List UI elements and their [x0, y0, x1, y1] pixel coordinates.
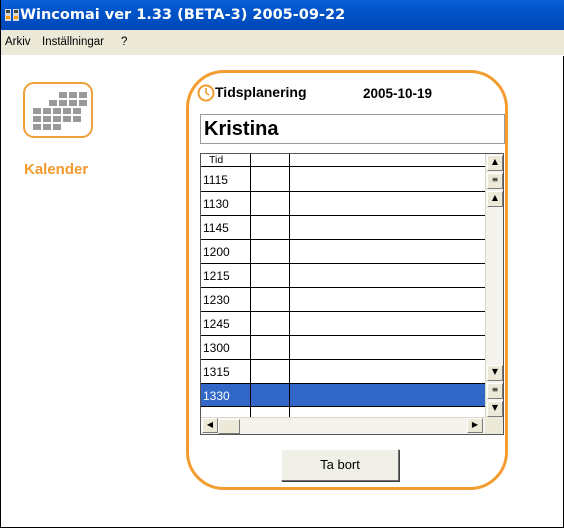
scroll-left-icon[interactable]: ◀ — [202, 418, 218, 433]
table-row[interactable]: 1230 — [201, 288, 485, 312]
table-row[interactable]: 1245 — [201, 312, 485, 336]
header-tid: Tid — [209, 154, 224, 166]
clock-icon — [197, 84, 215, 102]
calendar-label[interactable]: Kalender — [24, 161, 88, 178]
window-title: Wincomai ver 1.33 (BETA-3) 2005-09-22 — [20, 7, 346, 23]
scroll-page-up-icon[interactable]: ≡ — [487, 173, 503, 189]
vertical-scrollbar[interactable]: ▲ ≡ ▲ ▼ ≡ ▼ — [485, 154, 503, 418]
scroll-down-icon[interactable]: ▼ — [487, 365, 503, 381]
scrollbar-corner — [485, 417, 503, 434]
table-row[interactable]: 1130 — [201, 192, 485, 216]
table-row[interactable]: 1115 — [201, 168, 485, 192]
title-bar[interactable]: Wincomai ver 1.33 (BETA-3) 2005-09-22 — [1, 0, 564, 30]
menu-installningar[interactable]: Inställningar — [42, 36, 104, 48]
panel-title: Tidsplanering — [215, 84, 307, 100]
table-row[interactable]: 1200 — [201, 240, 485, 264]
menu-arkiv[interactable]: Arkiv — [5, 36, 31, 48]
scroll-page-down-icon[interactable]: ≡ — [487, 383, 503, 399]
menu-bar: Arkiv Inställningar ? — [1, 30, 564, 56]
table-row[interactable]: 1315 — [201, 360, 485, 384]
app-window: Wincomai ver 1.33 (BETA-3) 2005-09-22 Ar… — [0, 0, 564, 528]
scroll-right-icon[interactable]: ▶ — [467, 418, 483, 433]
column-divider — [289, 154, 290, 417]
table-row-selected[interactable]: 1330 — [201, 384, 485, 407]
horizontal-scroll-thumb[interactable] — [218, 419, 240, 434]
table-row[interactable]: 1215 — [201, 264, 485, 288]
panel-date: 2005-10-19 — [363, 86, 433, 101]
name-field[interactable]: Kristina — [200, 114, 505, 144]
scroll-top-icon[interactable]: ▲ — [487, 155, 503, 171]
table-row[interactable]: 1145 — [201, 216, 485, 240]
horizontal-scrollbar[interactable]: ◀ ▶ — [201, 417, 485, 434]
scroll-up-icon[interactable]: ▲ — [487, 191, 503, 207]
column-divider — [250, 154, 251, 417]
grid-header: Tid — [201, 154, 485, 167]
menu-help[interactable]: ? — [121, 36, 127, 48]
scroll-bottom-icon[interactable]: ▼ — [487, 401, 503, 417]
schedule-grid[interactable]: Tid 1115 1130 1145 1200 1215 1230 1245 1… — [200, 153, 504, 435]
calendar-grid-icon[interactable] — [23, 82, 93, 138]
delete-button[interactable]: Ta bort — [281, 449, 399, 481]
table-row[interactable]: 1300 — [201, 336, 485, 360]
